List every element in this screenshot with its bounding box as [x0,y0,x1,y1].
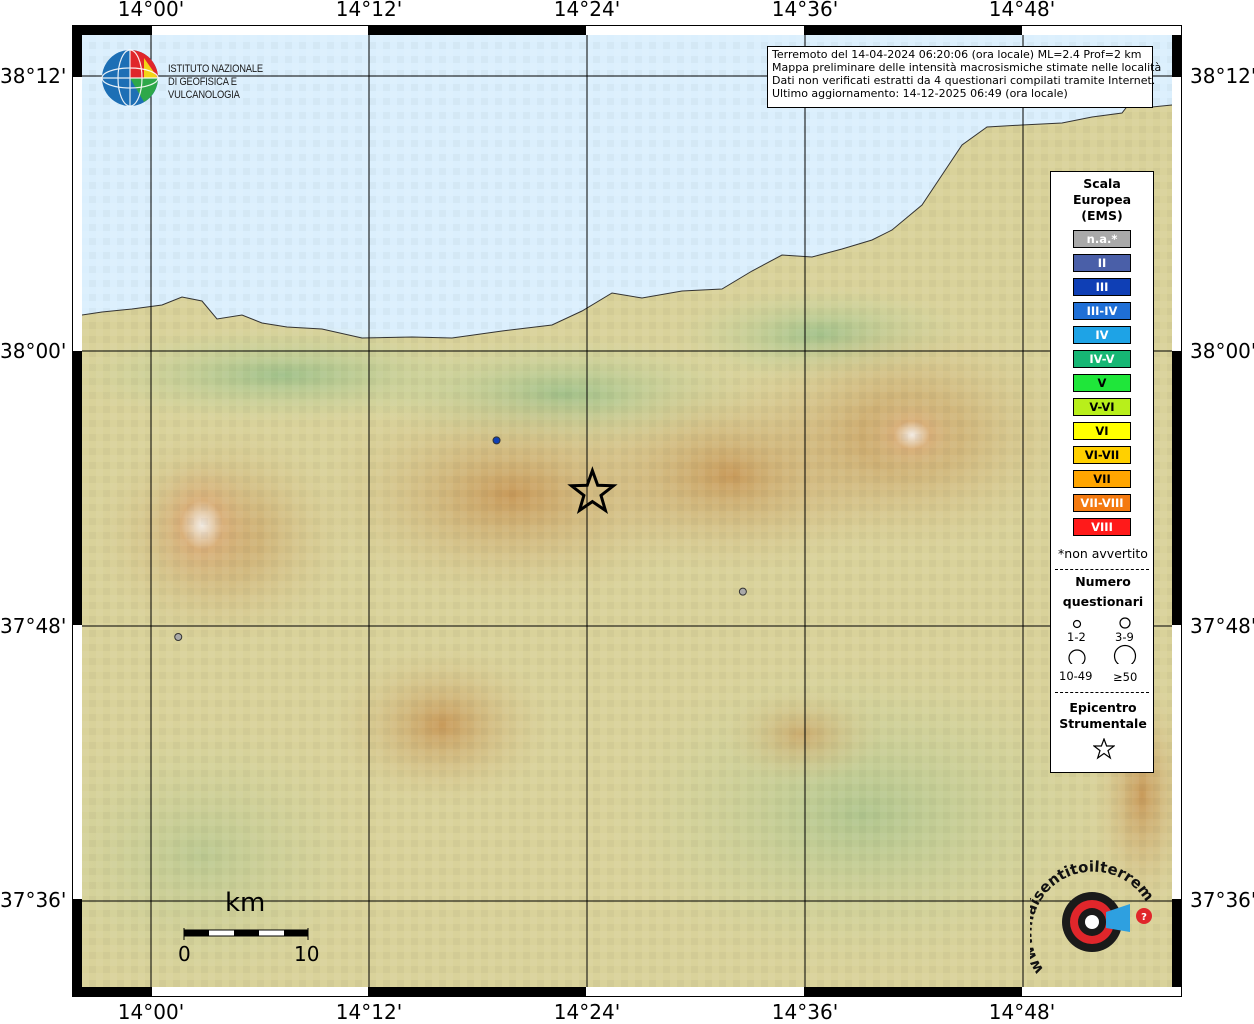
tick-right-3812: 38°12' [1190,64,1254,88]
legend-swatch: n.a.* [1073,230,1131,248]
tick-top-1424: 14°24' [553,0,621,21]
scale-bar: km 0 10 [178,888,320,968]
legend-title: Scala Europea (EMS) [1051,176,1153,224]
epicenter-title-line2: Strumentale [1059,716,1147,731]
legend-title-line1: Scala [1083,176,1121,191]
legend-swatch: VII-VIII [1073,494,1131,512]
event-updated: Ultimo aggiornamento: 14-12-2025 06:49 (… [772,87,1068,100]
count-title-line2: questionari [1062,594,1144,609]
count-symbol-xlarge [1113,644,1137,664]
legend-swatch: V-VI [1073,398,1131,416]
count-symbol-small [1072,619,1082,629]
earthquake-logo-icon: ? www.haisentitoilterremoto.it [1017,846,1158,977]
tick-top-1436: 14°36' [771,0,839,21]
count-label-3-9: 3-9 [1115,630,1134,644]
legend-swatch: VIII [1073,518,1131,536]
tick-bottom-1412: 14°12' [335,1000,403,1024]
observation-point [738,587,747,596]
hai-sentito-logo: ? www.haisentitoilterremoto.it [1017,846,1160,990]
scale-start: 0 [178,942,191,966]
legend-swatch: VII [1073,470,1131,488]
tick-left-3736: 37°36' [0,888,67,912]
count-title-line1: Numero [1075,574,1131,589]
observation-point [174,633,183,641]
legend-swatch: V [1073,374,1131,392]
star-icon [1093,738,1115,760]
count-label-1-2: 1-2 [1067,630,1086,644]
tick-left-3812: 38°12' [0,64,67,88]
ingv-logo: ISTITUTO NAZIONALE DI GEOFISICA E VULCAN… [100,46,320,110]
tick-bottom-1400: 14°00' [117,1000,185,1024]
observation-point [492,436,501,445]
scale-end: 10 [294,942,320,966]
epicenter-title: Epicentro Strumentale [1051,700,1155,732]
tick-left-3800: 38°00' [0,339,67,363]
intensity-legend: Scala Europea (EMS) n.a.* II III III-IV IV IV… [1050,171,1154,773]
legend-divider-2 [1055,692,1149,693]
institute-name: ISTITUTO NAZIONALE DI GEOFISICA E VULCAN… [168,63,297,102]
legend-title-line2: Europea [1072,192,1132,207]
count-symbol-large [1068,649,1086,664]
globe-icon [101,49,159,107]
tick-top-1412: 14°12' [335,0,403,21]
tick-top-1448: 14°48' [988,0,1056,21]
tick-right-3736: 37°36' [1190,888,1254,912]
tick-left-3748: 37°48' [0,614,67,638]
terrain-map [82,35,1172,987]
legend-swatch: VI [1073,422,1131,440]
legend-swatch: VI-VII [1073,446,1131,464]
legend-swatch: II [1073,254,1131,272]
event-source-note: Dati non verificati estratti da 4 questi… [772,74,1156,87]
legend-swatch: III [1073,278,1131,296]
legend-swatch: IV-V [1073,350,1131,368]
tick-top-1400: 14°00' [117,0,185,21]
event-info-box: Terremoto del 14-04-2024 06:20:06 (ora l… [767,46,1162,108]
epicenter-title-line1: Epicentro [1069,700,1137,715]
legend-title-line3: (EMS) [1081,208,1123,223]
tick-bottom-1424: 14°24' [553,1000,621,1024]
tick-bottom-1436: 14°36' [771,1000,839,1024]
count-label-10-49: 10-49 [1059,669,1093,683]
tick-right-3748: 37°48' [1190,614,1254,638]
legend-note: *non avvertito [1058,546,1148,561]
legend-swatch: IV [1073,326,1131,344]
event-title: Terremoto del 14-04-2024 06:20:06 (ora l… [772,48,1142,61]
tick-bottom-1448: 14°48' [988,1000,1056,1024]
svg-text:?: ? [1141,912,1147,923]
scale-bar-graphic [183,928,309,940]
institute-line1: ISTITUTO NAZIONALE [168,63,263,75]
legend-swatch: III-IV [1073,302,1131,320]
map-canvas[interactable] [82,35,1172,987]
count-title: Numero questionari [1051,572,1155,612]
count-symbol-medium [1119,617,1131,629]
tick-right-3800: 38°00' [1190,339,1254,363]
institute-line2: DI GEOFISICA E VULCANOLOGIA [168,76,240,101]
legend-divider [1055,569,1149,570]
count-label-50: ≥50 [1113,670,1138,684]
event-subtitle: Mappa preliminare delle intensità macros… [772,61,1162,74]
scale-unit: km [225,888,266,918]
